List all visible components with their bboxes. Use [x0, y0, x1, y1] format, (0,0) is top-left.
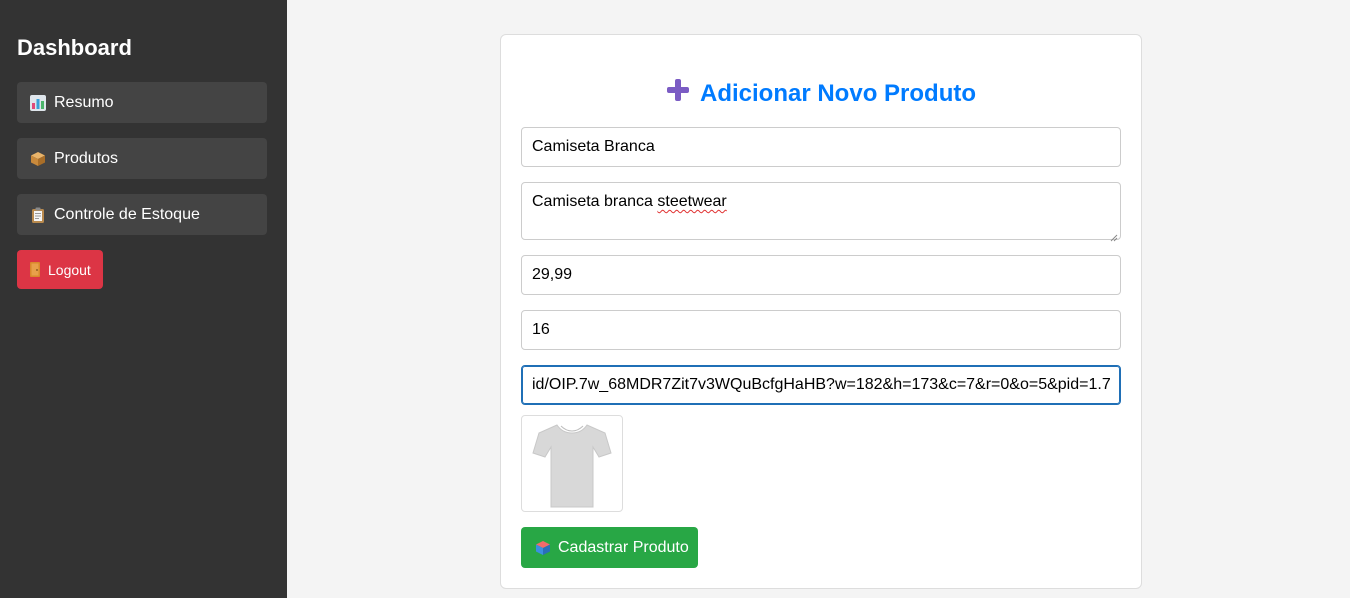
- product-name-value: Camiseta Branca: [532, 138, 655, 155]
- door-icon: [30, 262, 40, 277]
- sidebar-item-controle-de-estoque[interactable]: Controle de Estoque: [17, 194, 267, 235]
- product-description-textarea[interactable]: Camiseta branca steetwear: [521, 182, 1121, 242]
- sidebar: Dashboard Resumo Produtos Controle de Es…: [0, 0, 287, 598]
- bar-chart-icon: [30, 94, 46, 111]
- logout-button[interactable]: Logout: [17, 250, 103, 289]
- product-image-url-value: id/OIP.7w_68MDR7Zit7v3WQuBcfgHaHB?w=182&…: [532, 376, 1111, 393]
- product-description-value: Camiseta branca steetwear: [532, 193, 727, 210]
- product-name-input[interactable]: Camiseta Branca: [521, 127, 1121, 167]
- image-preview: [521, 415, 623, 512]
- submit-label: Cadastrar Produto: [558, 538, 689, 556]
- plus-icon: [666, 78, 690, 109]
- clipboard-icon: [30, 207, 46, 223]
- sidebar-item-produtos[interactable]: Produtos: [17, 138, 267, 179]
- sidebar-item-resumo[interactable]: Resumo: [17, 82, 267, 123]
- product-price-value: 29,99: [532, 266, 573, 283]
- form-title: Adicionar Novo Produto: [501, 78, 1141, 109]
- sidebar-item-label: Controle de Estoque: [54, 205, 200, 223]
- package-icon: [30, 151, 46, 167]
- submit-product-button[interactable]: Cadastrar Produto: [521, 527, 698, 568]
- resize-grip-icon[interactable]: [1110, 229, 1118, 242]
- form-title-text: Adicionar Novo Produto: [700, 79, 976, 107]
- tshirt-image: [532, 423, 612, 507]
- product-price-input[interactable]: 29,99: [521, 255, 1121, 295]
- sidebar-item-label: Produtos: [54, 149, 119, 167]
- sidebar-title: Dashboard: [17, 35, 132, 60]
- product-quantity-value: 16: [532, 321, 550, 338]
- product-quantity-input[interactable]: 16: [521, 310, 1121, 350]
- logout-label: Logout: [48, 261, 91, 278]
- sidebar-item-label: Resumo: [54, 93, 114, 111]
- product-image-url-input[interactable]: id/OIP.7w_68MDR7Zit7v3WQuBcfgHaHB?w=182&…: [521, 365, 1121, 405]
- package-icon: [535, 540, 551, 556]
